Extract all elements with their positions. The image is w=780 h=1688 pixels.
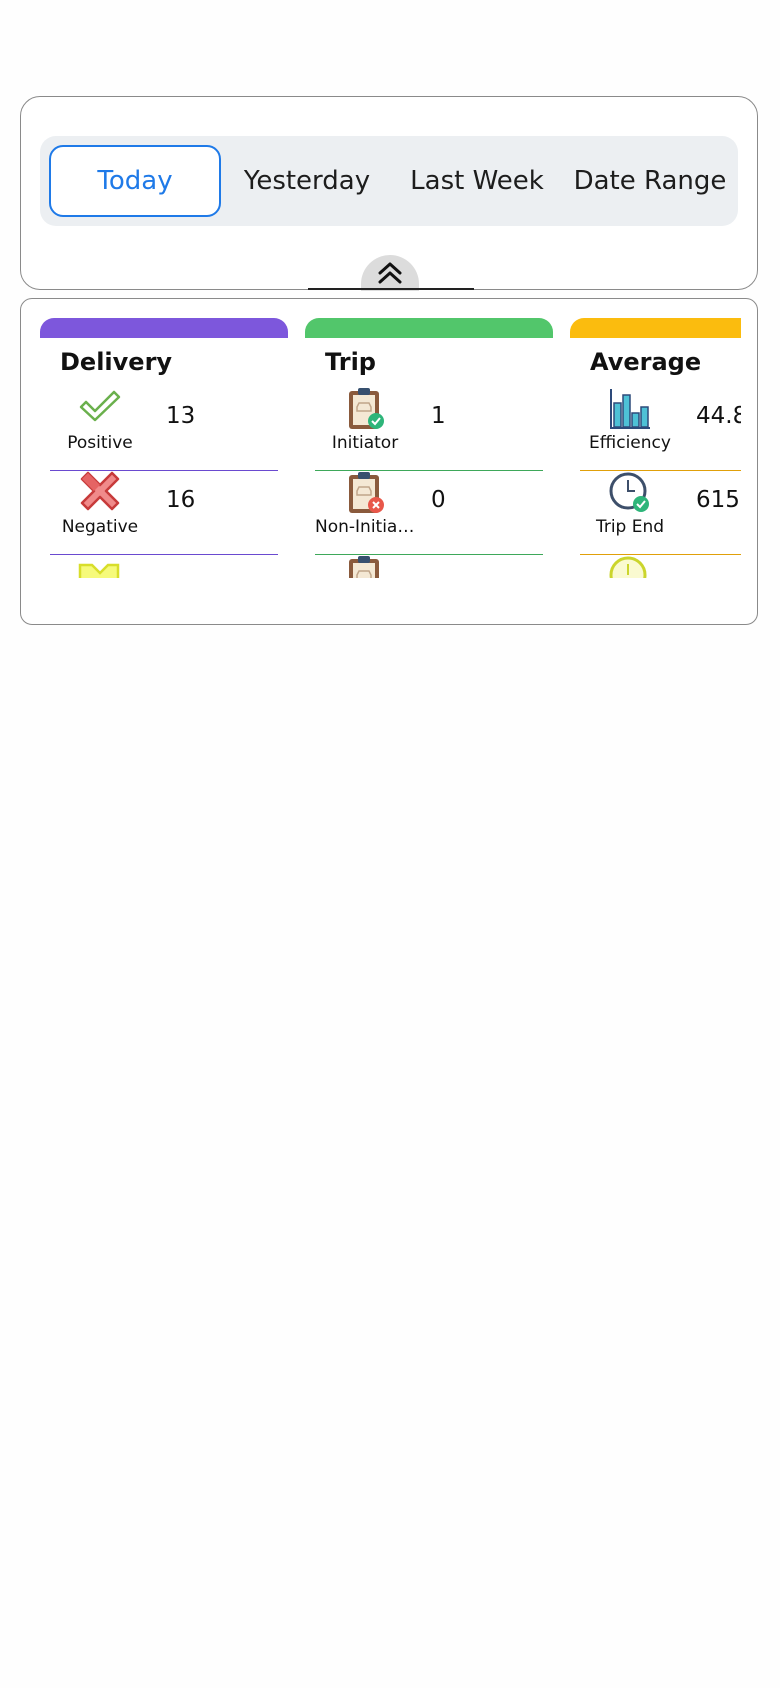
clipboard-cross-icon — [349, 472, 384, 513]
filter-date-range-button[interactable]: Date Range — [562, 136, 738, 226]
average-efficiency-row[interactable]: Efficiency 44.8 — [580, 387, 741, 471]
cross-icon — [80, 471, 120, 511]
delivery-positive-row[interactable]: Positive 13 — [50, 387, 278, 471]
clock-icon — [609, 556, 647, 578]
trip-third-row[interactable] — [315, 555, 543, 578]
trip-initiator-label: Initiator — [331, 433, 399, 453]
average-trip-end-label: Trip End — [595, 517, 665, 537]
delivery-positive-value: 13 — [166, 403, 196, 429]
checkmark-icon — [79, 390, 121, 422]
delivery-third-row[interactable] — [50, 555, 278, 578]
average-column: Average Efficiency 44.8 — [570, 318, 741, 578]
average-color-band — [570, 318, 741, 338]
delivery-column: Delivery Positive 13 Negative 16 — [40, 318, 288, 578]
filter-last-week-button[interactable]: Last Week — [392, 136, 562, 226]
trip-initiator-row[interactable]: Initiator 1 — [315, 387, 543, 471]
trip-non-initiator-value: 0 — [431, 487, 446, 513]
clock-check-icon — [609, 472, 649, 512]
average-efficiency-value: 44.8 — [696, 403, 741, 429]
filter-today-button[interactable]: Today — [49, 145, 221, 217]
filter-yesterday-button[interactable]: Yesterday — [227, 136, 387, 226]
collapse-handle-line — [308, 288, 474, 290]
average-third-row[interactable] — [580, 555, 741, 578]
date-filter-segmented-control: Today Yesterday Last Week Date Range — [40, 136, 738, 226]
delivery-title: Delivery — [60, 348, 173, 376]
trip-non-initiator-row[interactable]: Non-Initiator 0 — [315, 471, 543, 555]
trip-non-initiator-label: Non-Initiator — [315, 517, 415, 537]
average-efficiency-label: Efficiency — [589, 433, 671, 453]
collapse-button[interactable] — [361, 255, 419, 291]
stats-columns-scroller[interactable]: Delivery Positive 13 Negative 16 Trip In… — [40, 318, 741, 578]
clipboard-check-icon — [349, 388, 384, 429]
delivery-negative-value: 16 — [166, 487, 196, 513]
stats-card: Delivery Positive 13 Negative 16 Trip In… — [20, 298, 758, 625]
partial-icon — [78, 563, 120, 578]
trip-color-band — [305, 318, 553, 338]
clipboard-icon — [349, 556, 379, 578]
bar-chart-icon — [610, 389, 650, 429]
delivery-color-band — [40, 318, 288, 338]
trip-initiator-value: 1 — [431, 403, 446, 429]
average-trip-end-value: 615.0 — [696, 487, 741, 513]
date-filter-card: Today Yesterday Last Week Date Range — [20, 96, 758, 291]
trip-column: Trip Initiator 1 Non-Initiator 0 — [305, 318, 553, 578]
average-title: Average — [590, 348, 702, 376]
double-chevron-up-icon — [378, 262, 402, 284]
delivery-negative-label: Negative — [61, 517, 139, 537]
delivery-positive-label: Positive — [67, 433, 133, 453]
trip-title: Trip — [325, 348, 376, 376]
delivery-negative-row[interactable]: Negative 16 — [50, 471, 278, 555]
average-trip-end-row[interactable]: Trip End 615.0 — [580, 471, 741, 555]
